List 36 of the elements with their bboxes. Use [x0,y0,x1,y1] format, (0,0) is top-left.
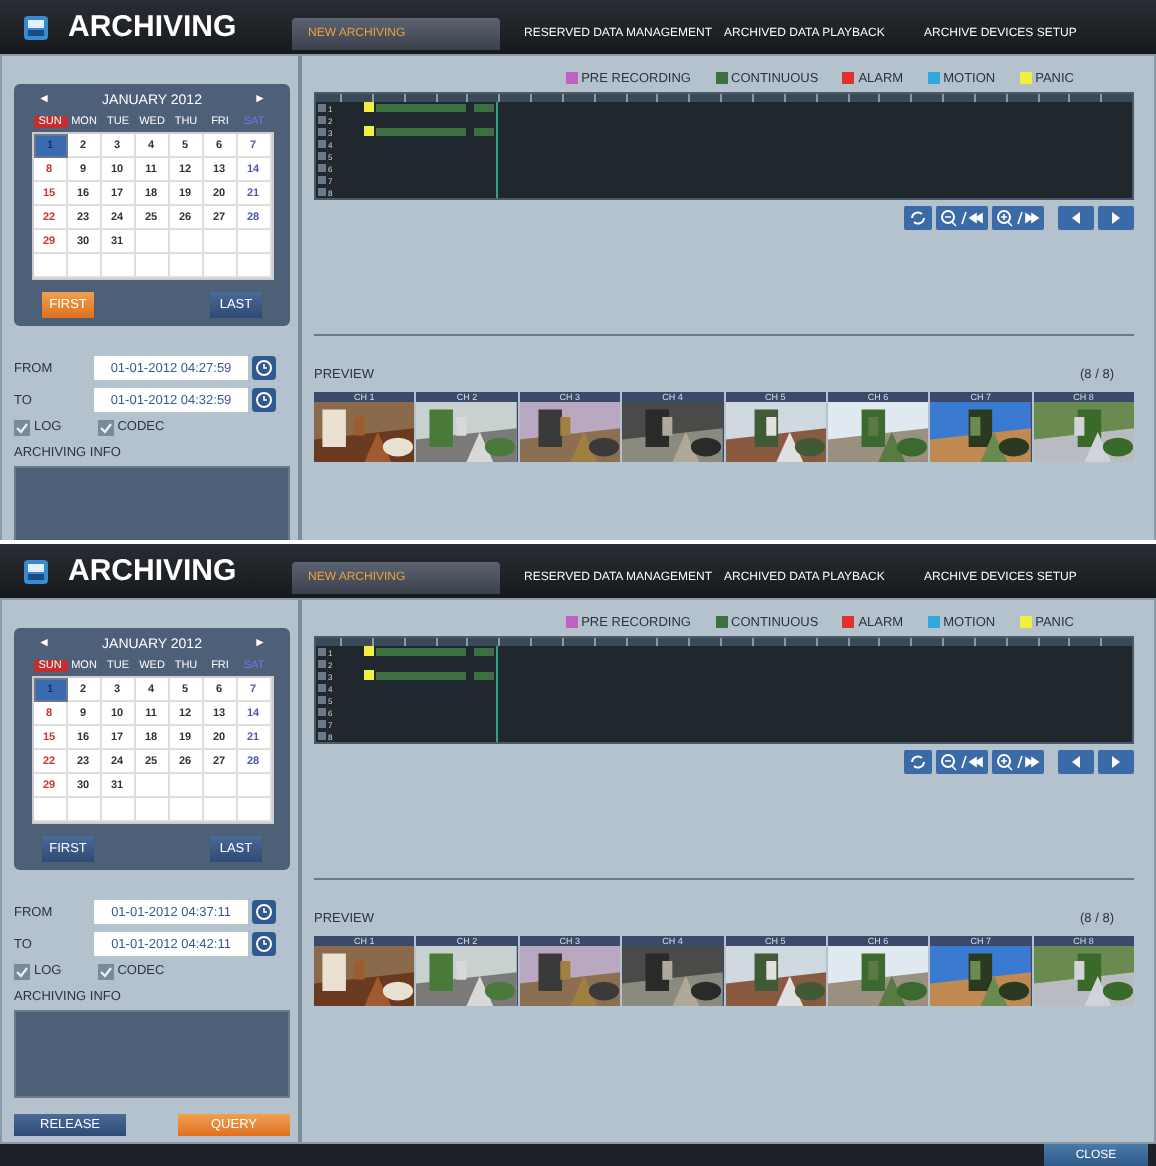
zoom-in-icon[interactable] [992,750,1044,774]
recording-bar [375,648,467,656]
time-cursor [495,102,498,198]
zoom-in-icon[interactable] [992,206,1044,230]
panic-marker [363,102,374,112]
clock-icon[interactable] [252,932,276,956]
recording-bar [474,648,495,656]
clock-icon[interactable] [252,900,276,924]
archive-icon [20,11,52,43]
checkbox[interactable] [97,419,114,435]
clock-icon[interactable] [252,356,276,380]
panic-marker [363,126,374,136]
refresh-icon[interactable] [904,206,932,230]
recording-bar [375,128,467,136]
previous-icon[interactable] [1058,206,1094,230]
zoom-out-icon[interactable] [936,750,988,774]
refresh-icon[interactable] [904,750,932,774]
archive-icon [20,555,52,587]
window-title: ARCHIVING [68,554,239,588]
previous-icon[interactable] [1058,750,1094,774]
next-icon[interactable] [1098,750,1134,774]
checkbox[interactable] [14,963,30,979]
recording-bar [474,128,495,136]
panic-marker [363,670,374,680]
next-icon[interactable] [1098,206,1134,230]
checkbox[interactable] [97,963,114,979]
recording-bar [375,104,467,112]
recording-bar [375,672,467,680]
zoom-out-icon[interactable] [936,206,988,230]
time-cursor [495,646,498,742]
recording-bar [474,104,495,112]
recording-bar [474,672,495,680]
clock-icon[interactable] [252,388,276,412]
window-title: ARCHIVING [68,10,239,44]
panic-marker [363,646,374,656]
checkbox[interactable] [14,419,30,435]
